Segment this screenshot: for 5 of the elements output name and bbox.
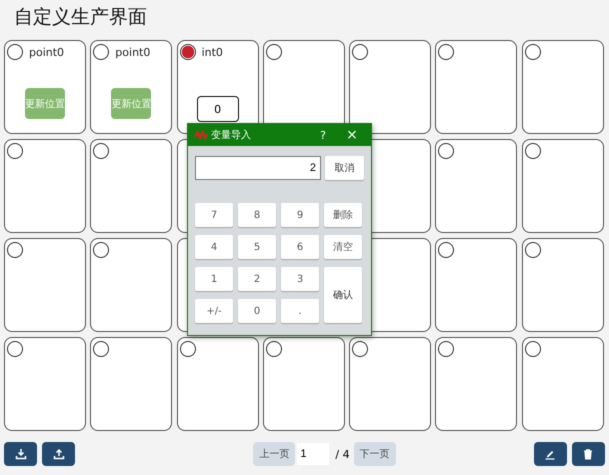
page-title: 自定义生产界面 <box>13 5 148 30</box>
widget-label: int0 <box>202 46 223 58</box>
page-total: / 4 <box>335 448 350 460</box>
widget-label: point0 <box>29 46 64 58</box>
widget-label: point0 <box>115 46 150 58</box>
